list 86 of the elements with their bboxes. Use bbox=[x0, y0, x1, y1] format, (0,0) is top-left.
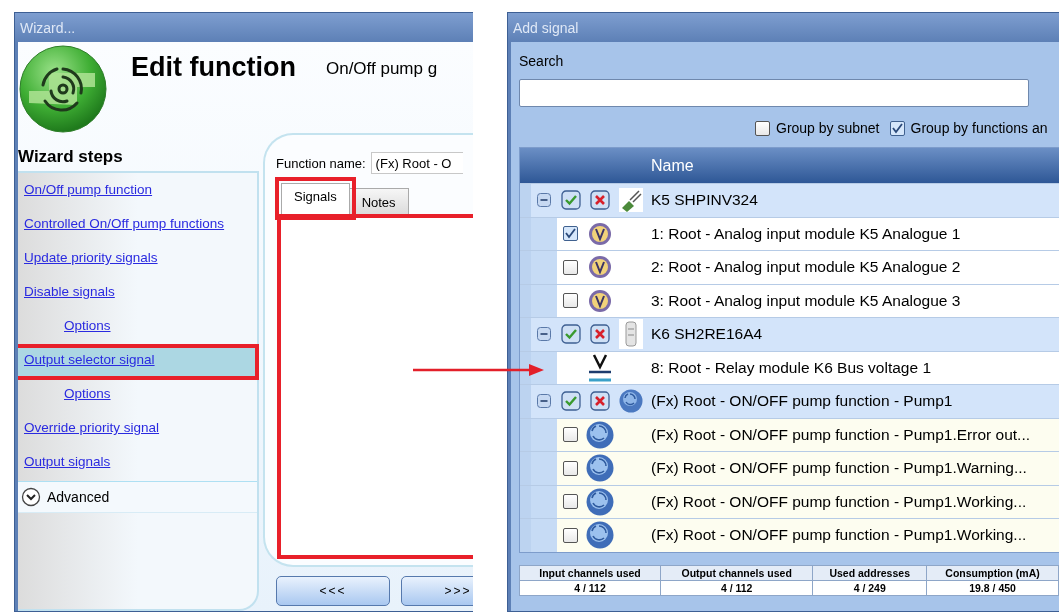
advanced-toggle[interactable]: Advanced bbox=[18, 481, 257, 513]
pump-icon bbox=[586, 487, 614, 516]
signal-name[interactable]: (Fx) Root - ON/OFF pump function - Pump1.Warning... bbox=[646, 452, 1059, 485]
table-row[interactable]: K6 SH2RE16A4 bbox=[520, 317, 1059, 351]
pump-icon bbox=[619, 389, 643, 414]
row-checkbox[interactable] bbox=[563, 226, 578, 242]
wizard-step-link[interactable]: On/Off pump function bbox=[18, 175, 257, 209]
analog-input-icon bbox=[588, 255, 612, 280]
deselect-all-icon[interactable] bbox=[590, 324, 610, 345]
wizard-step-link[interactable]: Controlled On/Off pump functions bbox=[18, 209, 257, 243]
search-label: Search bbox=[519, 53, 565, 69]
wizard-step-link[interactable]: Override priority signal bbox=[18, 413, 257, 447]
wizard-step-link[interactable]: Options bbox=[18, 311, 257, 345]
select-all-icon[interactable] bbox=[560, 190, 581, 211]
row-checkbox[interactable] bbox=[563, 460, 578, 476]
wizard-step-link[interactable]: Options bbox=[18, 379, 257, 413]
function-subtitle: On/Off pump g bbox=[325, 59, 438, 79]
table-row[interactable]: 1: Root - Analog input module K5 Analogue 1 bbox=[520, 216, 1059, 250]
select-all-icon[interactable] bbox=[560, 391, 581, 412]
bus-voltage-icon bbox=[586, 352, 614, 383]
usage-value: 4 / 112 bbox=[660, 580, 813, 595]
table-row[interactable]: (Fx) Root - ON/OFF pump function - Pump1.Working... bbox=[520, 484, 1059, 518]
steps-heading: Wizard steps bbox=[18, 147, 124, 168]
usage-header: Input channels used bbox=[519, 565, 661, 580]
relay-module-icon bbox=[619, 319, 643, 350]
usage-value: 4 / 112 bbox=[519, 580, 661, 595]
function-name-combo[interactable]: (Fx) Root - O bbox=[370, 152, 463, 174]
analog-input-icon bbox=[588, 221, 612, 246]
row-checkbox[interactable] bbox=[563, 293, 578, 309]
usage-header: Output channels used bbox=[660, 565, 813, 580]
wizard-step-link[interactable]: Update priority signals bbox=[18, 243, 257, 277]
row-checkbox[interactable] bbox=[563, 494, 578, 510]
table-row[interactable]: (Fx) Root - ON/OFF pump function - Pump1.Working... bbox=[520, 518, 1059, 552]
group-by-checkbox[interactable] bbox=[889, 120, 905, 136]
table-row[interactable]: (Fx) Root - ON/OFF pump function - Pump1.Warning... bbox=[520, 451, 1059, 485]
table-row[interactable]: (Fx) Root - ON/OFF pump function - Pump1 bbox=[520, 384, 1059, 418]
collapse-icon[interactable] bbox=[537, 394, 551, 409]
group-by-checkbox[interactable] bbox=[755, 120, 770, 136]
table-row[interactable]: K5 SHPINV324 bbox=[520, 183, 1059, 217]
row-checkbox[interactable] bbox=[563, 259, 578, 275]
collapse-icon[interactable] bbox=[537, 193, 551, 208]
nav-button[interactable]: >>> bbox=[401, 576, 473, 606]
pump-icon bbox=[586, 420, 614, 449]
module-icon bbox=[619, 188, 643, 213]
pump-icon bbox=[586, 521, 614, 550]
table-row[interactable]: 3: Root - Analog input module K5 Analogue 3 bbox=[520, 283, 1059, 317]
signal-name[interactable]: (Fx) Root - ON/OFF pump function - Pump1.Error out... bbox=[646, 418, 1059, 451]
wizard-step-link[interactable]: Output selector signal bbox=[18, 345, 258, 379]
row-checkbox[interactable] bbox=[563, 527, 578, 543]
usage-value: 19.8 / 450 bbox=[926, 580, 1059, 595]
column-header[interactable]: Name bbox=[646, 148, 1059, 183]
device-group-name[interactable]: K6 SH2RE16A4 bbox=[646, 318, 1059, 351]
nav-button[interactable]: <<< bbox=[276, 576, 390, 606]
signal-name[interactable]: (Fx) Root - ON/OFF pump function - Pump1.Working... bbox=[646, 519, 1059, 552]
table-row[interactable]: 8: Root - Relay module K6 Bus voltage 1 bbox=[520, 350, 1059, 384]
search-field[interactable] bbox=[519, 79, 1029, 107]
device-group-name[interactable]: K5 SHPINV324 bbox=[646, 184, 1059, 217]
window-title: Add signal bbox=[508, 13, 1059, 42]
signal-name[interactable]: 1: Root - Analog input module K5 Analogue 1 bbox=[646, 217, 1059, 250]
function-name-label: Function name: bbox=[276, 155, 366, 171]
pump-logo-icon bbox=[19, 45, 107, 133]
signal-name[interactable]: 3: Root - Analog input module K5 Analogue 3 bbox=[646, 284, 1059, 317]
usage-value: 4 / 249 bbox=[812, 580, 927, 595]
wizard-step-link[interactable]: Disable signals bbox=[18, 277, 257, 311]
chevron-icon bbox=[21, 487, 41, 507]
deselect-all-icon[interactable] bbox=[590, 190, 610, 211]
tab[interactable]: Notes bbox=[348, 188, 409, 214]
signal-name[interactable]: 8: Root - Relay module K6 Bus voltage 1 bbox=[646, 351, 1059, 384]
pump-icon bbox=[586, 454, 614, 483]
table-row[interactable]: 2: Root - Analog input module K5 Analogue 2 bbox=[520, 250, 1059, 284]
device-group-name[interactable]: (Fx) Root - ON/OFF pump function - Pump1 bbox=[646, 385, 1059, 418]
usage-header: Consumption (mA) bbox=[926, 565, 1059, 580]
checkbox-label[interactable]: Group by functions an bbox=[910, 120, 1048, 136]
table-row[interactable]: (Fx) Root - ON/OFF pump function - Pump1.Error out... bbox=[520, 417, 1059, 451]
row-checkbox[interactable] bbox=[563, 427, 578, 443]
signal-name[interactable]: (Fx) Root - ON/OFF pump function - Pump1.Working... bbox=[646, 485, 1059, 518]
usage-header: Used addresses bbox=[812, 565, 927, 580]
collapse-icon[interactable] bbox=[537, 327, 551, 342]
deselect-all-icon[interactable] bbox=[590, 391, 610, 412]
select-all-icon[interactable] bbox=[560, 324, 581, 345]
signal-name[interactable]: 2: Root - Analog input module K5 Analogue 2 bbox=[646, 251, 1059, 284]
window-title: Wizard... bbox=[15, 13, 473, 42]
analog-input-icon bbox=[588, 288, 612, 313]
wizard-step-link[interactable]: Output signals bbox=[18, 447, 257, 481]
checkbox-label[interactable]: Group by subnet bbox=[776, 120, 880, 136]
page-heading: Edit function bbox=[131, 52, 296, 83]
